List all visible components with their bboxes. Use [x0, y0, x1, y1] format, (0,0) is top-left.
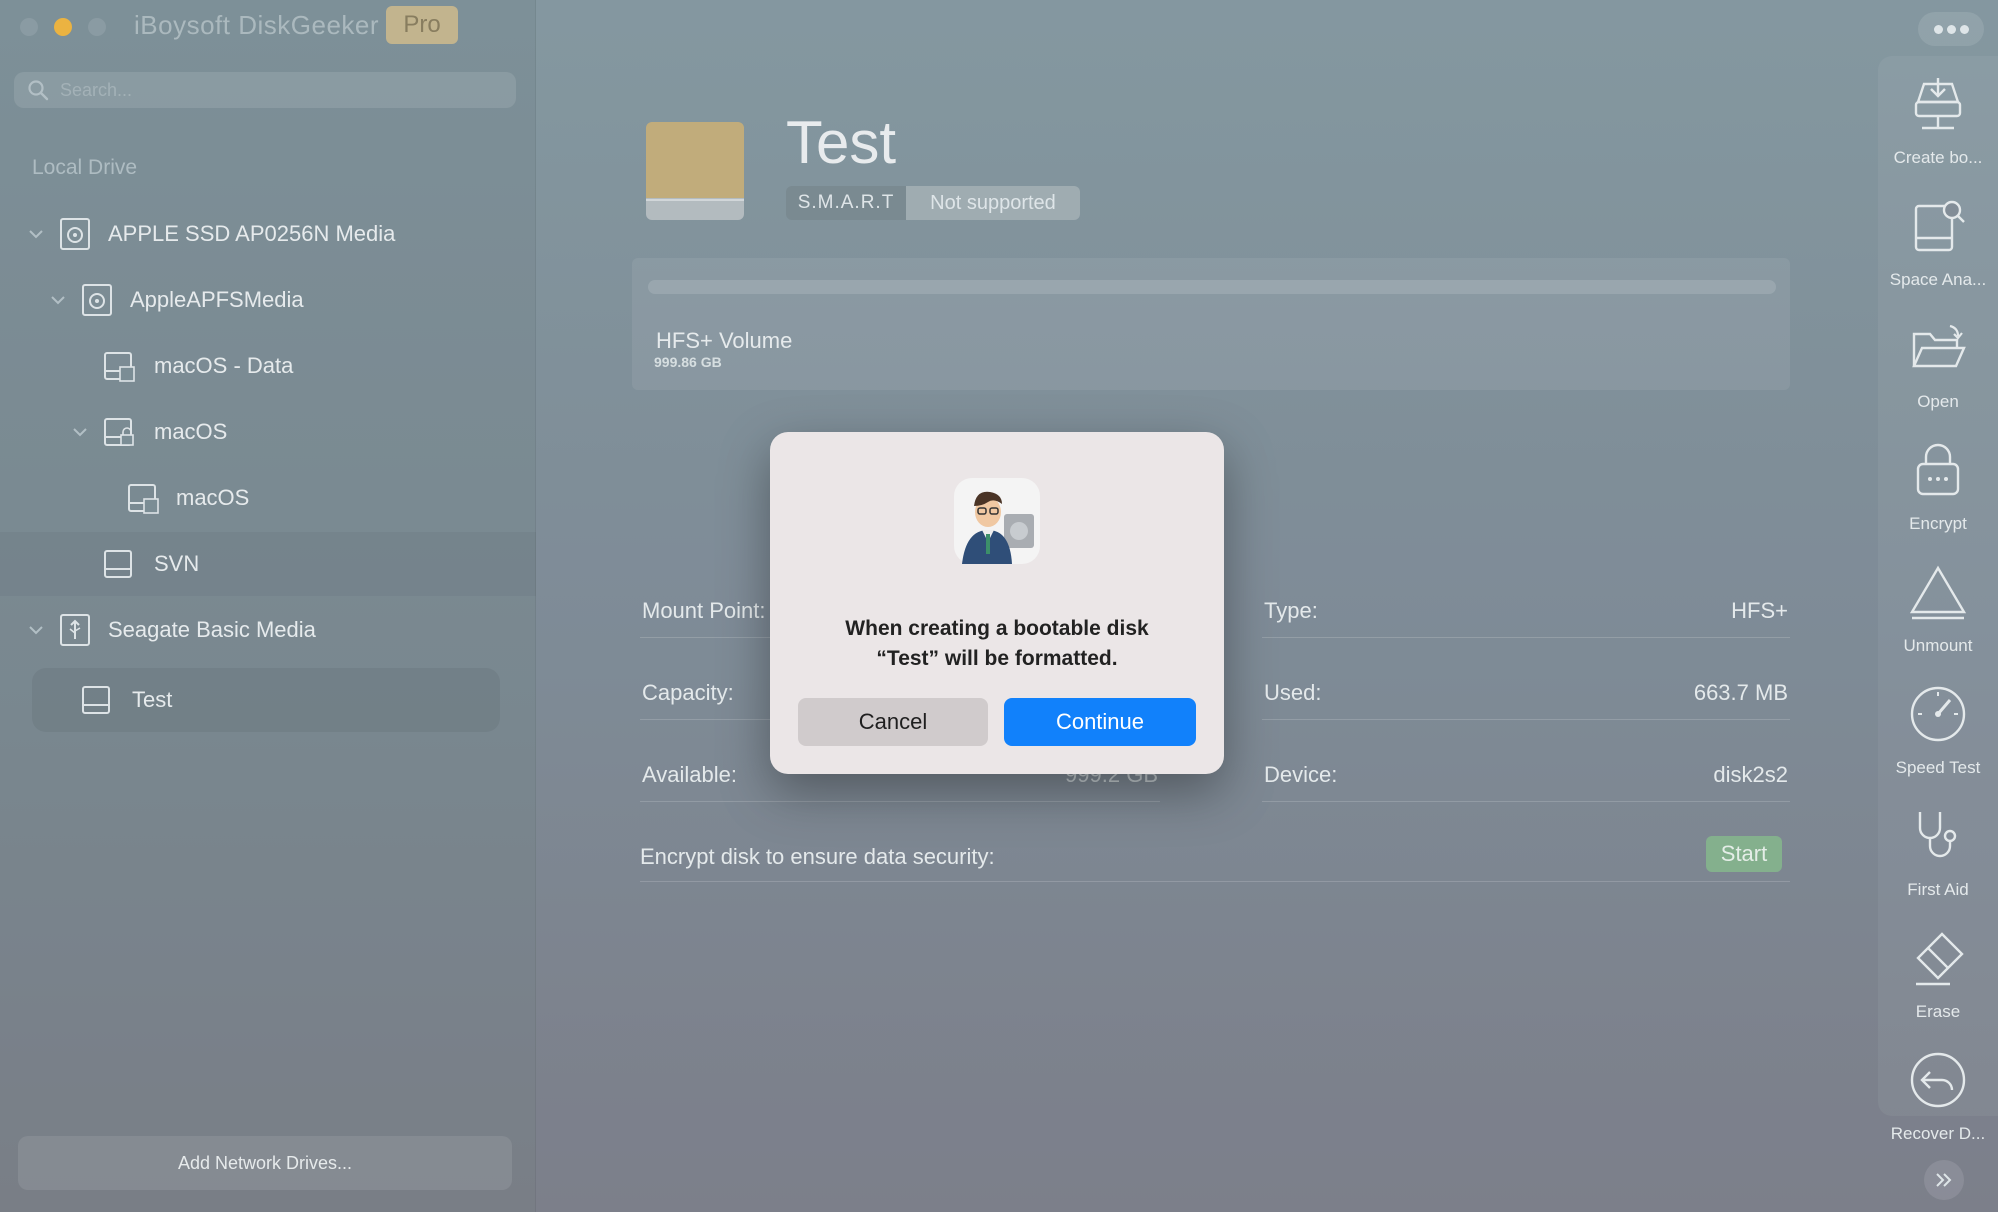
format-warning-dialog: When creating a bootable disk “Test” wil… [770, 432, 1224, 774]
cancel-button[interactable]: Cancel [798, 698, 988, 746]
dialog-message-line: “Test” will be formatted. [876, 647, 1118, 670]
app-window: iBoysoft DiskGeeker Pro Local Drive APPL… [0, 0, 1998, 1212]
continue-button[interactable]: Continue [1004, 698, 1196, 746]
app-logo-icon [954, 478, 1040, 564]
dialog-message-line: When creating a bootable disk [845, 617, 1149, 640]
dialog-message: When creating a bootable disk “Test” wil… [790, 614, 1204, 674]
